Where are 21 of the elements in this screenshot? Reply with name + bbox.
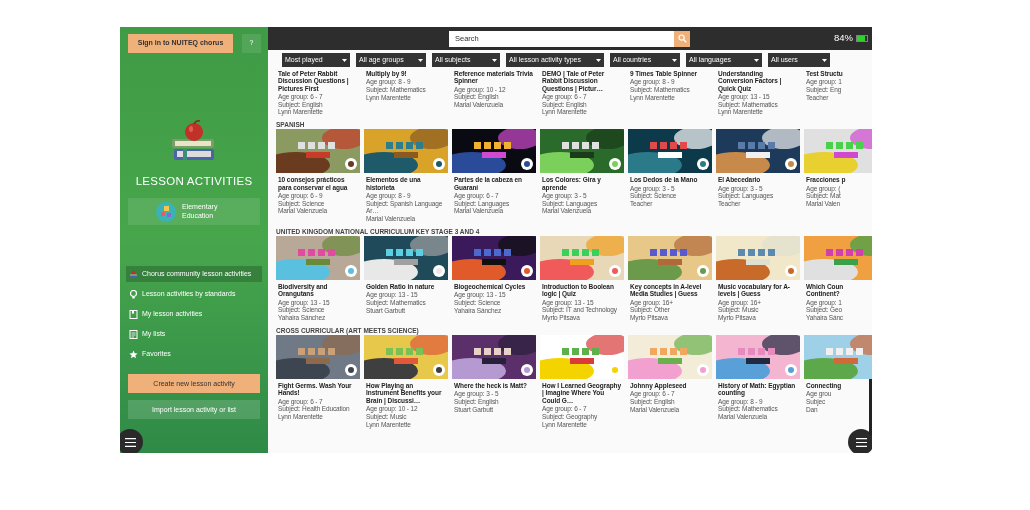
scrollbar-thumb[interactable] [869, 379, 872, 435]
battery-icon [856, 35, 868, 42]
sidebar-title: LESSON ACTIVITIES [134, 174, 254, 189]
star-icon [129, 349, 138, 359]
caret-icon [672, 58, 677, 62]
list-icon [129, 329, 138, 339]
edition-icon [156, 201, 176, 222]
search-button[interactable] [674, 30, 690, 47]
battery-reading: 84% [834, 31, 853, 46]
caret-icon [754, 58, 759, 62]
caret-icon [342, 58, 347, 62]
bookmark-icon [129, 309, 138, 319]
caret-icon [418, 58, 423, 62]
lightbulb-icon [129, 289, 138, 299]
search-icon [677, 34, 687, 43]
books-icon [129, 269, 138, 279]
caret-icon [596, 58, 601, 62]
menu-icon [855, 437, 867, 447]
menu-icon [124, 437, 136, 447]
caret-icon [492, 58, 497, 62]
caret-icon [822, 58, 827, 62]
